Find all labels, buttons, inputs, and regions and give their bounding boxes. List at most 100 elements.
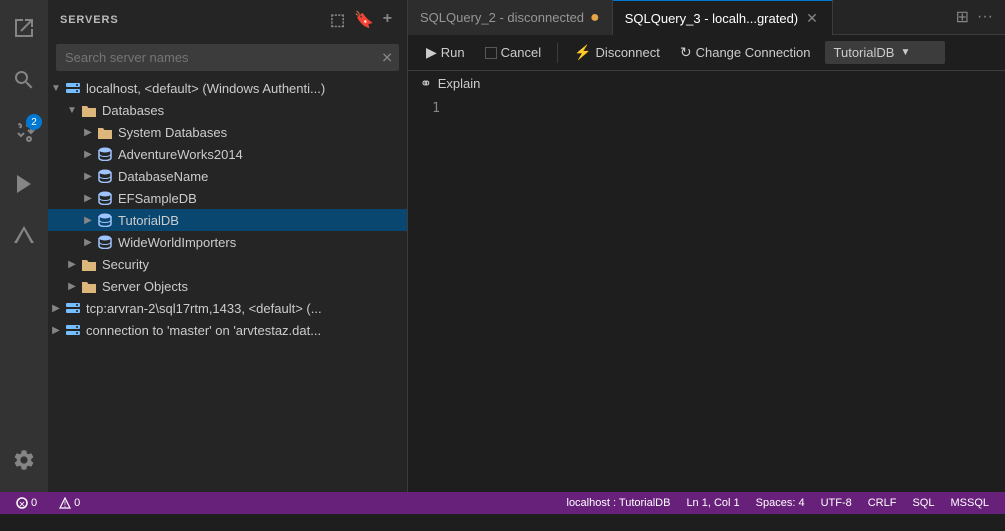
svg-text:!: ! [64,500,66,509]
explain-icon: ⚭ [420,75,432,92]
svg-text:✕: ✕ [19,500,26,509]
tab-query2-dot: ● [590,10,600,26]
label-efsampledb: EFSampleDB [118,191,197,206]
add-server-icon[interactable]: + [381,8,395,32]
tab-bar: SQLQuery_2 - disconnected ● SQLQuery_3 -… [408,0,1005,35]
editor-area: SQLQuery_2 - disconnected ● SQLQuery_3 -… [408,0,1005,492]
database-selector-value: TutorialDB [834,45,895,60]
folder-icon-security [80,255,98,273]
arrow-connection-master: ▶ [48,319,64,341]
arrow-tcp-server: ▶ [48,297,64,319]
explorer-icon[interactable] [0,4,48,52]
run-icon: ▶ [426,44,437,61]
editor-layout-icon[interactable]: ⊞ [952,3,973,31]
database-selector-arrow: ▼ [900,47,910,58]
folder-icon-databases [80,101,98,119]
run-label: Run [441,45,465,60]
server-tree: ▼ localhost, <default> (Windows Authenti… [48,75,407,492]
label-wideworldimporters: WideWorldImporters [118,235,236,250]
tab-query3-close[interactable]: ✕ [804,8,820,29]
tree-item-system-databases[interactable]: ▶ System Databases [48,121,407,143]
tree-item-tutorialdb[interactable]: ▶ TutorialDB [48,209,407,231]
search-clear-icon[interactable]: ✕ [381,49,393,66]
server-icon-tcp [64,299,82,317]
sidebar-title: SERVERS [60,14,119,26]
warning-count: 0 [74,497,80,509]
tree-item-localhost[interactable]: ▼ localhost, <default> (Windows Authenti… [48,77,407,99]
label-system-databases: System Databases [118,125,227,140]
status-language[interactable]: SQL [904,497,942,509]
arrow-localhost: ▼ [48,77,64,99]
bookmark-icon[interactable]: 🔖 [352,8,377,32]
source-control-icon[interactable]: 2 [0,108,48,156]
source-control-badge: 2 [26,114,42,130]
disconnect-label: Disconnect [596,45,660,60]
database-icon-wideworldimporters [96,233,114,251]
label-server-objects: Server Objects [102,279,188,294]
status-warning[interactable]: ! 0 [51,497,88,509]
explain-label[interactable]: Explain [438,76,481,91]
search-input[interactable] [56,44,399,71]
label-databasename: DatabaseName [118,169,208,184]
server-icon-localhost [64,79,82,97]
change-connection-button[interactable]: ↻ Change Connection [674,42,817,63]
status-encoding[interactable]: UTF-8 [813,497,860,509]
deploy-icon[interactable] [0,212,48,260]
arrow-tutorialdb: ▶ [80,209,96,231]
tree-item-security[interactable]: ▶ Security [48,253,407,275]
arrow-server-objects: ▶ [64,275,80,297]
tree-item-databasename[interactable]: ▶ DatabaseName [48,165,407,187]
disconnect-icon: ⚡ [574,44,591,61]
code-content[interactable] [448,95,1005,492]
tree-item-wideworldimporters[interactable]: ▶ WideWorldImporters [48,231,407,253]
run-icon[interactable] [0,160,48,208]
status-position[interactable]: Ln 1, Col 1 [678,497,747,509]
tab-query2-label: SQLQuery_2 - disconnected [420,10,584,25]
status-error[interactable]: ✕ 0 [8,497,45,509]
status-dialect[interactable]: MSSQL [942,497,997,509]
label-adventureworks: AdventureWorks2014 [118,147,243,162]
search-icon[interactable] [0,56,48,104]
disconnect-button[interactable]: ⚡ Disconnect [568,42,666,63]
error-count: 0 [31,497,37,509]
cancel-icon [485,47,497,59]
folder-icon-server-objects [80,277,98,295]
database-icon-adventureworks [96,145,114,163]
database-icon-databasename [96,167,114,185]
activity-bar: 2 [0,0,48,492]
change-connection-icon: ↻ [680,44,692,61]
label-security: Security [102,257,149,272]
tree-item-adventureworks[interactable]: ▶ AdventureWorks2014 [48,143,407,165]
tree-item-efsampledb[interactable]: ▶ EFSampleDB [48,187,407,209]
tab-query3[interactable]: SQLQuery_3 - localh...grated) ✕ [613,0,833,35]
arrow-wideworldimporters: ▶ [80,231,96,253]
tree-item-databases[interactable]: ▼ Databases [48,99,407,121]
tab-query3-label: SQLQuery_3 - localh...grated) [625,11,798,26]
tree-item-connection-master[interactable]: ▶ connection to 'master' on 'arvtestaz.d… [48,319,407,341]
run-button[interactable]: ▶ Run [420,42,471,63]
status-line-ending[interactable]: CRLF [860,497,905,509]
arrow-efsampledb: ▶ [80,187,96,209]
label-connection-master: connection to 'master' on 'arvtestaz.dat… [86,323,321,338]
code-editor[interactable]: 1 [408,95,1005,492]
tree-item-server-objects[interactable]: ▶ Server Objects [48,275,407,297]
settings-icon[interactable] [0,436,48,484]
arrow-databases: ▼ [64,99,80,121]
search-bar: ✕ [56,44,399,71]
server-icon-connection-master [64,321,82,339]
arrow-adventureworks: ▶ [80,143,96,165]
tree-item-tcp-server[interactable]: ▶ tcp:arvran-2\sql17rtm,1433, <default> … [48,297,407,319]
monitor-icon[interactable]: ⬚ [328,8,348,32]
tab-actions: ⊞ ··· [952,0,1005,34]
tab-query2[interactable]: SQLQuery_2 - disconnected ● [408,0,613,35]
label-databases: Databases [102,103,164,118]
folder-icon-system-databases [96,123,114,141]
database-selector[interactable]: TutorialDB ▼ [825,41,945,64]
status-spaces[interactable]: Spaces: 4 [748,497,813,509]
cancel-button[interactable]: Cancel [479,43,547,62]
more-tabs-icon[interactable]: ··· [973,4,997,30]
explain-row: ⚭ Explain [408,71,1005,95]
status-connection[interactable]: localhost : TutorialDB [559,497,679,509]
line-number-1: 1 [420,99,440,119]
status-bar: ✕ 0 ! 0 localhost : TutorialDB Ln 1, Col… [0,492,1005,514]
